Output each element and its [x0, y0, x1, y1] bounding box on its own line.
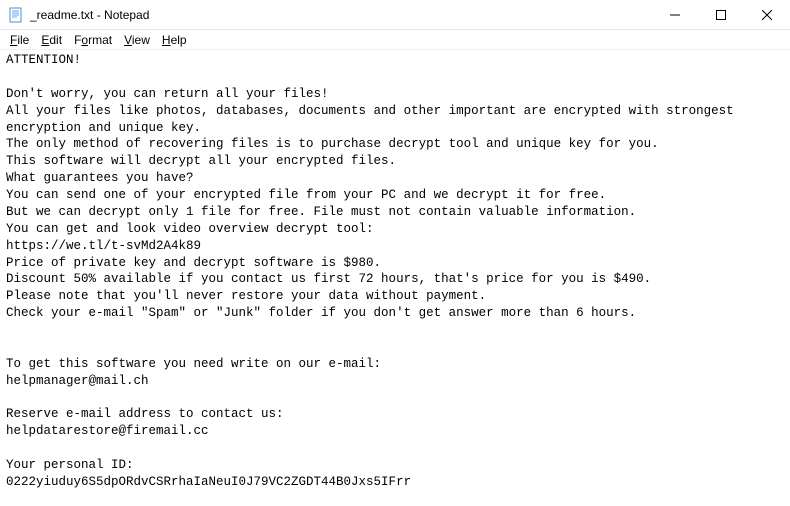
menu-file-rest: ile [17, 33, 29, 47]
notepad-icon [8, 7, 24, 23]
menu-help[interactable]: Help [156, 31, 193, 49]
menu-view-rest: iew [132, 33, 150, 47]
menu-edit-rest: dit [49, 33, 62, 47]
menu-edit[interactable]: Edit [35, 31, 68, 49]
titlebar: _readme.txt - Notepad [0, 0, 790, 30]
menu-view[interactable]: View [118, 31, 156, 49]
menubar: File Edit Format View Help [0, 30, 790, 50]
maximize-icon [716, 10, 726, 20]
minimize-icon [670, 10, 680, 20]
maximize-button[interactable] [698, 0, 744, 29]
window-title: _readme.txt - Notepad [30, 8, 652, 22]
minimize-button[interactable] [652, 0, 698, 29]
window-controls [652, 0, 790, 29]
menu-format-rest: rmat [88, 33, 112, 47]
menu-help-rest: elp [171, 33, 187, 47]
menu-file[interactable]: File [4, 31, 35, 49]
close-button[interactable] [744, 0, 790, 29]
close-icon [762, 10, 772, 20]
text-content-area[interactable]: ATTENTION! Don't worry, you can return a… [0, 50, 790, 506]
menu-format[interactable]: Format [68, 31, 118, 49]
